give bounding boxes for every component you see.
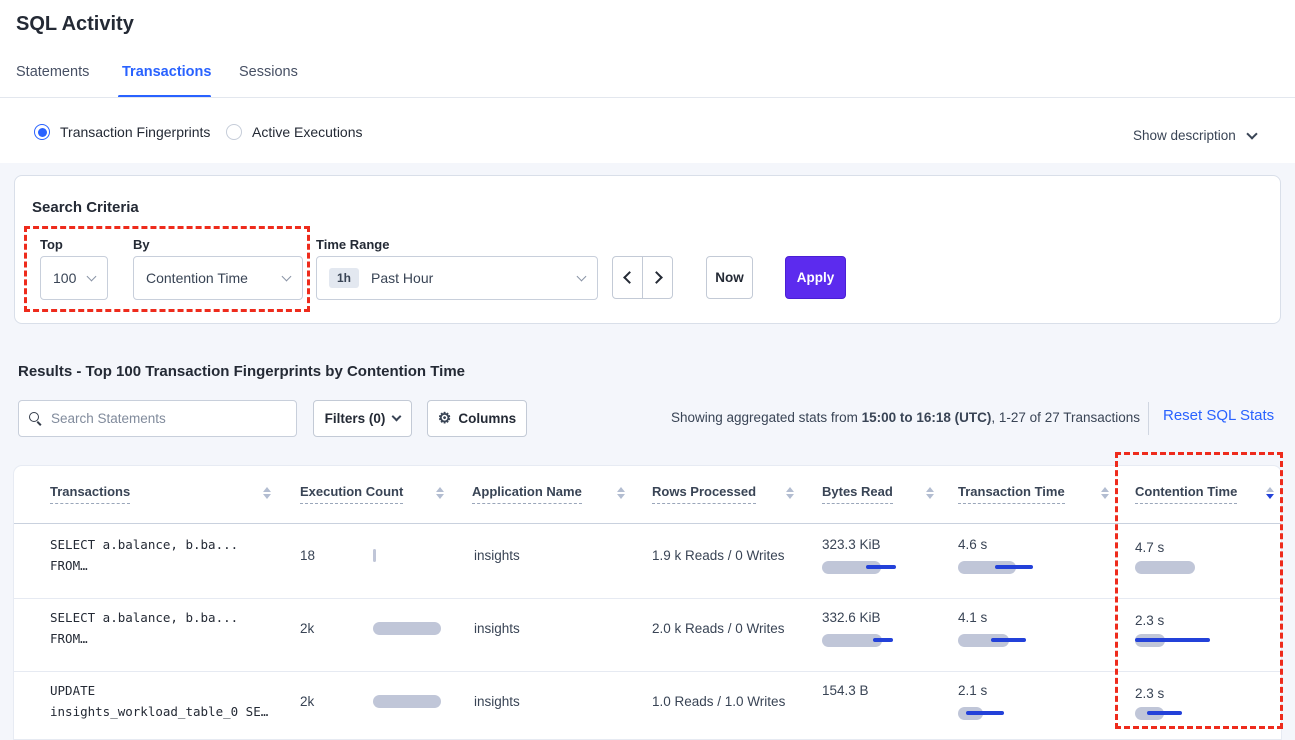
transaction-time-bar — [958, 561, 1038, 574]
transaction-fingerprint-link[interactable]: SELECT a.balance, b.ba... FROM… — [50, 537, 238, 573]
execution-count-value: 18 — [300, 548, 315, 563]
page-title: SQL Activity — [16, 13, 134, 36]
bytes-read-bar — [822, 634, 902, 647]
apply-button-label: Apply — [797, 270, 835, 285]
radio-label: Transaction Fingerprints — [60, 124, 210, 140]
transaction-time-value: 2.1 s — [958, 683, 987, 698]
time-prev-button[interactable] — [612, 256, 643, 299]
sort-icon-transaction-time[interactable] — [1101, 487, 1109, 499]
column-header-bytes-read[interactable]: Bytes Read — [822, 484, 893, 504]
time-range-select[interactable]: 1h Past Hour — [316, 256, 598, 300]
contention-time-value: 2.3 s — [1135, 613, 1164, 628]
tab-transactions[interactable]: Transactions — [122, 64, 211, 80]
reset-sql-stats-link[interactable]: Reset SQL Stats — [1163, 407, 1274, 424]
execution-count-value: 2k — [300, 621, 314, 636]
application-name-value: insights — [474, 621, 520, 636]
gear-icon: ⚙ — [438, 409, 451, 427]
time-range-value: Past Hour — [371, 270, 433, 286]
sort-icon-application-name[interactable] — [617, 487, 625, 499]
execution-count-bar — [373, 622, 453, 635]
aggregated-stats-text: Showing aggregated stats from 15:00 to 1… — [500, 410, 1140, 425]
filters-button[interactable]: Filters (0) — [313, 400, 412, 437]
chevron-left-icon — [623, 271, 636, 284]
top-select[interactable]: 100 — [40, 256, 108, 300]
search-statements-field[interactable] — [18, 400, 297, 437]
time-range-badge: 1h — [329, 268, 359, 288]
rows-processed-value: 1.9 k Reads / 0 Writes — [652, 548, 785, 563]
by-select[interactable]: Contention Time — [133, 256, 303, 300]
search-icon — [29, 412, 43, 426]
bytes-read-value: 323.3 KiB — [822, 537, 881, 552]
tab-sessions[interactable]: Sessions — [239, 64, 298, 80]
search-criteria-heading: Search Criteria — [32, 199, 139, 216]
search-criteria-card — [14, 175, 1281, 324]
column-header-contention-time[interactable]: Contention Time — [1135, 484, 1237, 504]
column-header-rows-processed[interactable]: Rows Processed — [652, 484, 756, 504]
now-button-label: Now — [715, 270, 744, 285]
application-name-value: insights — [474, 548, 520, 563]
sort-icon-bytes-read[interactable] — [926, 487, 934, 499]
by-label: By — [133, 237, 150, 252]
show-description-toggle[interactable]: Show description — [1133, 128, 1256, 143]
time-range-label: Time Range — [316, 237, 389, 252]
sort-icon-execution-count[interactable] — [436, 487, 444, 499]
execution-count-bar — [373, 695, 453, 708]
header-divider — [14, 523, 1281, 524]
contention-time-bar — [1135, 707, 1215, 720]
toolbar-divider — [1148, 402, 1149, 435]
chevron-down-icon — [87, 272, 97, 282]
transaction-fingerprint-link[interactable]: UPDATE insights_workload_table_0 SE… — [50, 683, 268, 719]
execution-count-value: 2k — [300, 694, 314, 709]
rows-processed-value: 2.0 k Reads / 0 Writes — [652, 621, 785, 636]
rows-processed-value: 1.0 Reads / 1.0 Writes — [652, 694, 785, 709]
search-input[interactable] — [51, 411, 286, 426]
filters-button-label: Filters (0) — [325, 411, 386, 426]
chevron-right-icon — [650, 271, 663, 284]
results-heading: Results - Top 100 Transaction Fingerprin… — [18, 363, 465, 380]
radio-selected-icon — [34, 124, 50, 140]
transaction-time-bar — [958, 634, 1038, 647]
bytes-read-value: 154.3 B — [822, 683, 869, 698]
chevron-down-icon — [282, 272, 292, 282]
show-description-label: Show description — [1133, 128, 1236, 143]
by-select-value: Contention Time — [146, 270, 248, 286]
chevron-down-icon — [1246, 128, 1257, 139]
column-header-transaction-time[interactable]: Transaction Time — [958, 484, 1065, 504]
contention-time-bar — [1135, 561, 1215, 574]
transaction-time-bar — [958, 707, 1038, 720]
transaction-time-value: 4.1 s — [958, 610, 987, 625]
contention-time-value: 2.3 s — [1135, 686, 1164, 701]
sort-icon-contention-time-desc[interactable] — [1266, 487, 1274, 499]
chevron-down-icon — [577, 272, 587, 282]
column-header-transactions[interactable]: Transactions — [50, 484, 130, 504]
radio-label: Active Executions — [252, 124, 363, 140]
chevron-down-icon — [392, 412, 402, 422]
bytes-read-bar — [822, 561, 902, 574]
sort-icon-transactions[interactable] — [263, 487, 271, 499]
stats-time-range: 15:00 to 16:18 (UTC) — [862, 410, 992, 425]
application-name-value: insights — [474, 694, 520, 709]
transaction-time-value: 4.6 s — [958, 537, 987, 552]
now-button[interactable]: Now — [706, 256, 753, 299]
transaction-fingerprint-link[interactable]: SELECT a.balance, b.ba... FROM… — [50, 610, 238, 646]
view-toggle-bar: Transaction Fingerprints Active Executio… — [0, 98, 1295, 163]
apply-button[interactable]: Apply — [785, 256, 846, 299]
radio-active-executions[interactable]: Active Executions — [226, 124, 363, 140]
sort-icon-rows-processed[interactable] — [786, 487, 794, 499]
contention-time-value: 4.7 s — [1135, 540, 1164, 555]
sql-activity-page: SQL Activity Statements Transactions Ses… — [0, 0, 1295, 740]
radio-unselected-icon — [226, 124, 242, 140]
column-header-application-name[interactable]: Application Name — [472, 484, 582, 504]
column-header-execution-count[interactable]: Execution Count — [300, 484, 403, 504]
bytes-read-value: 332.6 KiB — [822, 610, 881, 625]
time-next-button[interactable] — [642, 256, 673, 299]
tab-statements[interactable]: Statements — [16, 64, 89, 80]
row-divider — [14, 671, 1281, 672]
top-select-value: 100 — [53, 270, 76, 286]
contention-time-bar — [1135, 634, 1215, 647]
top-label: Top — [40, 237, 63, 252]
execution-count-bar — [373, 549, 453, 562]
row-divider — [14, 598, 1281, 599]
radio-transaction-fingerprints[interactable]: Transaction Fingerprints — [34, 124, 210, 140]
